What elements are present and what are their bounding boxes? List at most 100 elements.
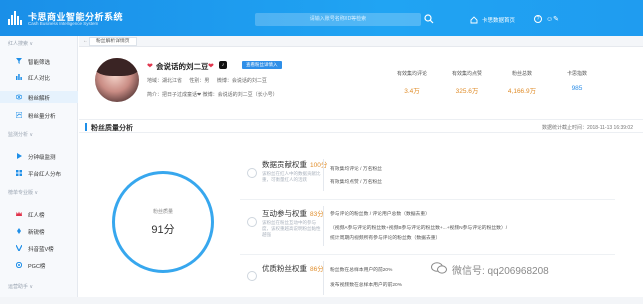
divider <box>240 254 615 255</box>
formula-line: 发布视频数在总样本用户的前20% <box>330 283 402 288</box>
update-time: 数据统计截止时间：2018-11-13 16:39:02 <box>541 125 633 131</box>
v-icon <box>16 245 22 251</box>
formula-line: 统计周期内视频所有参与评论的粉丝数（数据去重） <box>330 236 441 241</box>
sidebar-item-fans-volume[interactable]: 粉丝量分析 <box>0 109 78 121</box>
formula-line: 有效集均评论 / 万名粉丝 <box>330 167 382 172</box>
sidebar-group-monitor[interactable]: 监测分析 ∨ <box>8 131 33 138</box>
sidebar-item-label: 抖音蓝V榜 <box>28 247 54 253</box>
sidebar-item-label: 新锐榜 <box>28 230 45 236</box>
profile-gender: 性别：男 <box>189 78 210 84</box>
metric-icon <box>247 271 257 281</box>
stat-label: 有效集均评论 <box>396 71 427 77</box>
metric-title-quality: 优质粉丝权重 86分 <box>262 263 324 274</box>
stat-value: 985 <box>571 85 583 92</box>
metric-formula-box: 有效集均评论 / 万名粉丝 有效集均点赞 / 万名粉丝 <box>323 159 613 191</box>
sidebar-item-influencer-rank[interactable]: 红人榜 <box>0 208 78 220</box>
metric-title-interaction: 互动参与权重 83分 <box>262 208 324 219</box>
profile-nickname: 会说话的刘二豆 <box>156 62 209 71</box>
play-icon <box>17 153 22 159</box>
view-fans-detail-button[interactable]: 查看粉丝详情入 <box>242 61 282 69</box>
help-icon[interactable]: ? <box>534 15 542 23</box>
stat-cas-index: 卡思指数 985 <box>550 70 604 92</box>
formula-line: （视频A参与评论的粉丝数+视频B参与评论的粉丝数+...+视频N参与评论的粉丝数… <box>330 226 508 231</box>
sidebar-item-rising-rank[interactable]: 新锐榜 <box>0 225 78 237</box>
metric-title-text: 数据贡献权重 <box>262 160 307 169</box>
sidebar-item-label: 分钟级监测 <box>28 155 56 161</box>
wechat-icon <box>431 262 447 274</box>
section-header: 粉丝质量分析 数据统计截止时间：2018-11-13 16:39:02 <box>79 119 643 133</box>
breadcrumb: ← 粉丝解析详情页 <box>79 36 643 47</box>
metric-description: 该粉丝在粉丝互动中的参与度，该权重越高说明粉丝黏性越强 <box>262 220 321 237</box>
metric-formula-box: 参与评论的粉丝数 / 评论用户总数（数据去重） （视频A参与评论的粉丝数+视频B… <box>323 206 613 246</box>
stat-avg-likes: 有效集均点赞 325.6万 <box>440 70 494 95</box>
fans-quality-label: 粉丝质量 <box>152 209 173 215</box>
stat-value: 4,166.9万 <box>507 88 537 95</box>
sidebar-item-label: 平台红人分布 <box>28 172 62 178</box>
sidebar-group-search[interactable]: 红人搜索 ∨ <box>8 40 33 47</box>
stat-value: 3.4万 <box>404 88 420 95</box>
formula-line: 参与评论的粉丝数 / 评论用户总数（数据去重） <box>330 212 430 217</box>
metric-score: 83分 <box>310 211 324 218</box>
filter-icon <box>16 58 22 64</box>
profile-region: 地域：湖北江省 <box>147 78 183 84</box>
grid-icon <box>16 170 22 176</box>
rocket-icon <box>17 228 21 234</box>
sidebar-group-rankings[interactable]: 榜单专业版 ∨ <box>8 189 38 196</box>
profile-weibo: 微博：会说话的刘二豆 <box>216 78 267 84</box>
metric-icon <box>247 168 257 178</box>
heart-icon: ❤ <box>208 63 214 70</box>
metric-icon <box>247 217 257 227</box>
stat-label: 卡思指数 <box>566 71 587 77</box>
metric-description: 该粉丝在红人中的数据贡献比重，可衡量红人的活跃 <box>262 171 321 182</box>
metric-title-text: 优质粉丝权重 <box>262 264 307 273</box>
crown-icon <box>16 211 22 216</box>
divider <box>240 199 615 200</box>
profile-intro: 简介：把日子过成童话❤ 微博：会说话的刘二豆（长小号） <box>147 92 278 98</box>
user-menu-icon[interactable]: ☺✎ <box>546 15 559 23</box>
pgc-icon <box>16 262 22 268</box>
search-input[interactable]: 请输入账号名称/ID等检索 <box>255 13 421 26</box>
sidebar-item-blue-v-rank[interactable]: 抖音蓝V榜 <box>0 242 78 254</box>
compare-icon <box>16 74 22 80</box>
sidebar-item-compare[interactable]: 红人对比 <box>0 71 78 83</box>
watermark-text: 微信号: qq206968208 <box>452 266 549 277</box>
sidebar-item-label: 红人对比 <box>28 76 51 82</box>
sidebar-item-fans-analysis[interactable]: 粉丝解析 <box>0 91 78 103</box>
sidebar-group-ops[interactable]: 运营助手 ∨ <box>8 283 33 290</box>
sidebar-item-pgc-rank[interactable]: PGC榜 <box>0 259 78 271</box>
sidebar-item-minute-monitor[interactable]: 分钟级监测 <box>0 150 78 162</box>
eye-icon <box>16 94 22 100</box>
stat-label: 有效集均点赞 <box>451 71 482 77</box>
fans-quality-score: 91分 <box>151 224 175 236</box>
sidebar-item-label: 智能筛选 <box>28 60 51 66</box>
home-icon[interactable] <box>470 16 478 24</box>
bottom-strip <box>0 297 643 304</box>
formula-line: 有效集均点赞 / 万名粉丝 <box>330 180 382 185</box>
search-icon[interactable] <box>424 12 436 26</box>
stat-label: 粉丝总数 <box>511 71 532 77</box>
sidebar-item-label: 粉丝解析 <box>28 96 51 102</box>
sidebar-item-smart-filter[interactable]: 智能筛选 <box>0 55 78 67</box>
douyin-icon: ♪ <box>219 61 227 69</box>
metric-score: 86分 <box>310 266 324 273</box>
sidebar: 红人搜索 ∨ 智能筛选 红人对比 粉丝解析 粉丝量分析 监测分析 ∨ 分钟级监测… <box>0 36 78 304</box>
home-link[interactable]: 卡思数据首页 <box>482 16 515 24</box>
stat-value: 325.6万 <box>455 88 479 95</box>
sidebar-item-label: 红人榜 <box>28 213 45 219</box>
logo-icon[interactable] <box>8 11 22 25</box>
section-marker <box>85 123 87 131</box>
profile-card: ❤ 会说话的刘二豆 ❤ ♪ 查看粉丝详情入 地域：湖北江省 性别：男 微博：会说… <box>79 50 643 116</box>
top-navigation-bar: 卡思商业智能分析系统 Cash Business Intelligence Sy… <box>0 0 643 36</box>
heart-icon: ❤ <box>147 63 153 70</box>
back-arrow-icon[interactable]: ← <box>83 38 88 44</box>
section-title: 粉丝质量分析 <box>91 125 133 132</box>
sidebar-item-label: 粉丝量分析 <box>28 114 56 120</box>
tab-fans-detail[interactable]: 粉丝解析详情页 <box>89 37 137 46</box>
sidebar-item-platform-distribution[interactable]: 平台红人分布 <box>0 167 78 179</box>
metric-title-text: 互动参与权重 <box>262 209 307 218</box>
formula-line: 粉丝数在总样本用户的前20% <box>330 268 393 273</box>
avatar <box>95 58 139 102</box>
sidebar-item-label: PGC榜 <box>28 264 46 270</box>
chart-icon <box>16 112 22 118</box>
profile-meta: 地域：湖北江省 性别：男 微博：会说话的刘二豆 <box>147 77 273 84</box>
